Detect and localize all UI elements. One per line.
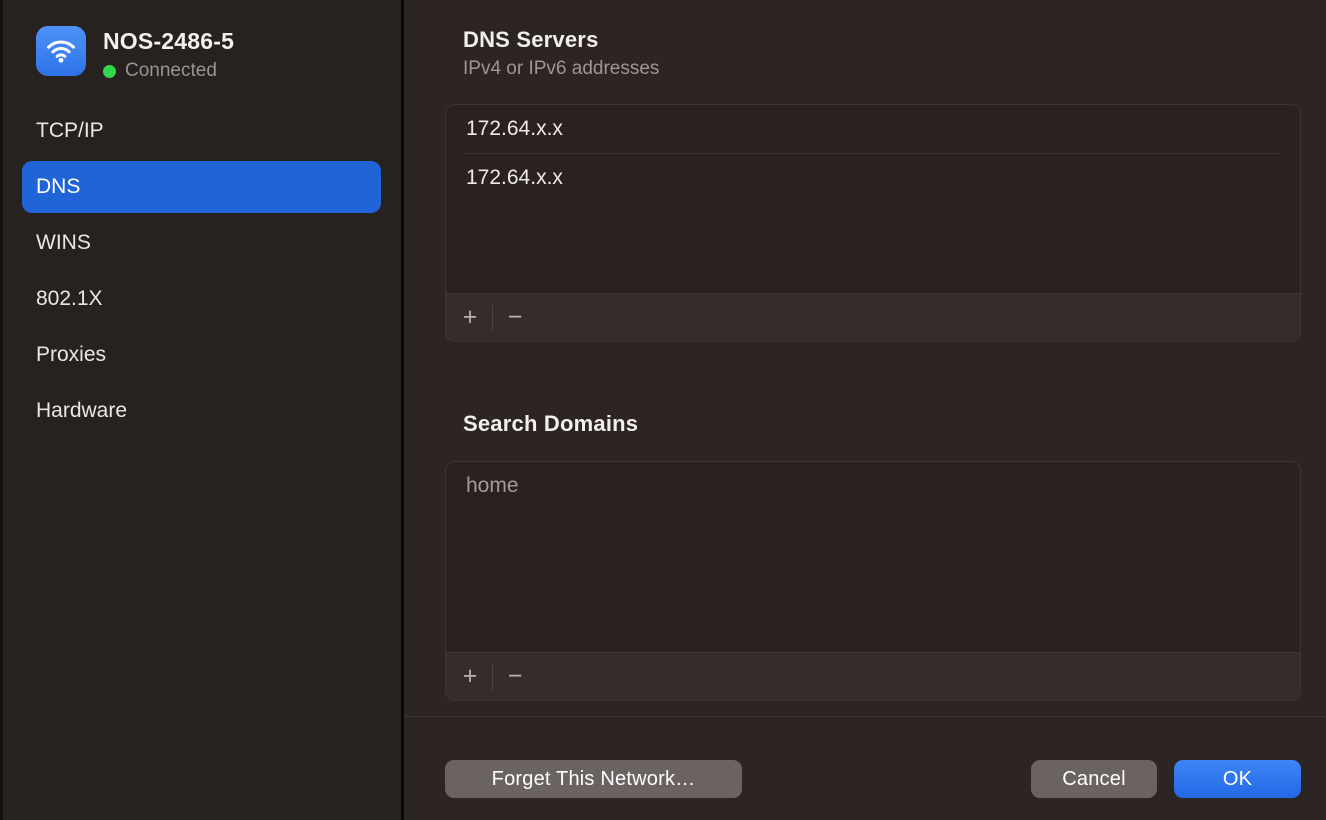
ok-button[interactable]: OK	[1174, 760, 1301, 798]
search-domains-title: Search Domains	[463, 412, 1301, 436]
dialog-footer: Forget This Network… Cancel OK	[445, 760, 1301, 798]
sidebar-item-tcpip[interactable]: TCP/IP	[22, 105, 381, 157]
dns-settings-pane: DNS Servers IPv4 or IPv6 addresses 172.6…	[404, 0, 1326, 820]
network-name: NOS-2486-5	[103, 28, 234, 55]
remove-dns-server-button[interactable]: −	[501, 303, 529, 333]
dns-servers-list: 172.64.x.x 172.64.x.x	[446, 105, 1300, 293]
connected-status-label: Connected	[125, 60, 217, 82]
network-meta: NOS-2486-5 Connected	[103, 26, 234, 82]
footer-divider	[404, 716, 1326, 717]
toolbar-separator	[492, 305, 493, 331]
add-search-domain-button[interactable]: +	[456, 662, 484, 692]
search-domains-list: home	[446, 462, 1300, 652]
sidebar-nav: TCP/IP DNS WINS 802.1X Proxies Hardware	[0, 105, 401, 437]
remove-search-domain-button[interactable]: −	[501, 662, 529, 692]
dns-servers-toolbar: + −	[446, 293, 1300, 341]
search-domain-entry[interactable]: home	[446, 462, 1300, 510]
connected-status-dot	[103, 65, 116, 78]
cancel-button[interactable]: Cancel	[1031, 760, 1157, 798]
toolbar-separator	[492, 664, 493, 690]
network-header: NOS-2486-5 Connected	[36, 26, 401, 82]
dns-server-entry[interactable]: 172.64.x.x	[446, 105, 1300, 153]
wifi-icon	[36, 26, 86, 76]
network-status: Connected	[103, 60, 234, 82]
dns-servers-subtitle: IPv4 or IPv6 addresses	[463, 58, 1301, 80]
sidebar-item-8021x[interactable]: 802.1X	[22, 273, 381, 325]
dns-server-entry[interactable]: 172.64.x.x	[446, 154, 1300, 202]
window-left-edge	[0, 0, 3, 820]
sidebar: NOS-2486-5 Connected TCP/IP DNS WINS 802…	[0, 0, 401, 820]
dns-servers-title: DNS Servers	[463, 28, 1301, 52]
forget-network-button[interactable]: Forget This Network…	[445, 760, 742, 798]
sidebar-item-hardware[interactable]: Hardware	[22, 385, 381, 437]
search-domains-listbox: home + −	[445, 461, 1301, 701]
search-domains-toolbar: + −	[446, 652, 1300, 700]
sidebar-item-proxies[interactable]: Proxies	[22, 329, 381, 381]
sidebar-item-dns[interactable]: DNS	[22, 161, 381, 213]
sidebar-item-wins[interactable]: WINS	[22, 217, 381, 269]
dns-servers-listbox: 172.64.x.x 172.64.x.x + −	[445, 104, 1301, 342]
network-details-window: NOS-2486-5 Connected TCP/IP DNS WINS 802…	[0, 0, 1326, 820]
add-dns-server-button[interactable]: +	[456, 303, 484, 333]
